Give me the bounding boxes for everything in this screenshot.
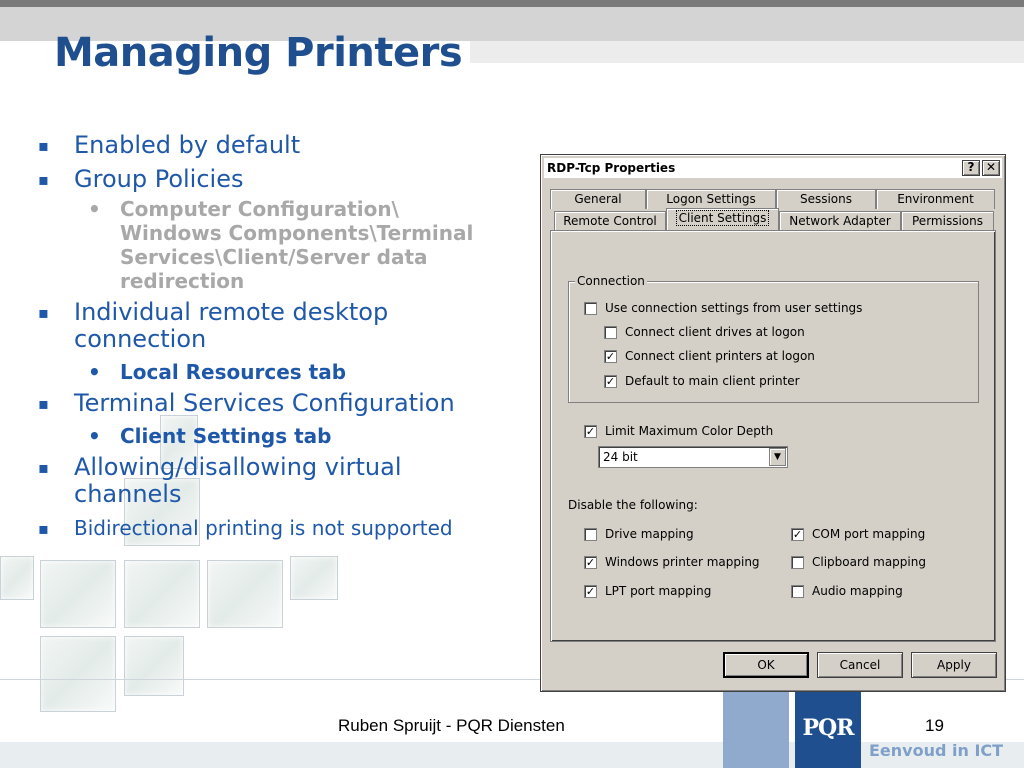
rdp-tcp-properties-dialog: RDP-Tcp Properties ? ✕ General Logon Set… xyxy=(540,154,1006,692)
checkbox-box[interactable]: ✓ xyxy=(584,555,597,569)
tab-sessions[interactable]: Sessions xyxy=(776,189,876,209)
windows-printer-mapping-checkbox[interactable]: ✓ Windows printer mapping xyxy=(584,555,760,569)
checkbox-box[interactable] xyxy=(584,301,597,315)
chevron-down-icon[interactable]: ▼ xyxy=(769,448,786,466)
top-bar xyxy=(0,0,1024,7)
tab-remote-control[interactable]: Remote Control xyxy=(554,211,666,231)
connection-group-label: Connection xyxy=(575,274,647,288)
color-depth-select[interactable]: 24 bit ▼ xyxy=(598,446,788,468)
checkbox-box[interactable]: ✓ xyxy=(584,584,597,598)
bullet-item: Allowing/disallowing virtual channels xyxy=(36,454,456,508)
checkbox-box[interactable] xyxy=(604,325,617,339)
cancel-button[interactable]: Cancel xyxy=(817,652,903,678)
checkbox-label: Connect client printers at logon xyxy=(625,349,815,363)
sub-bullet-item: Computer Configuration\ Windows Componen… xyxy=(36,197,506,293)
page-number: 19 xyxy=(925,716,944,735)
bullet-item: Bidirectional printing is not supported xyxy=(36,515,516,542)
decorative-tile xyxy=(0,556,34,600)
tab-client-settings[interactable]: Client Settings xyxy=(666,208,779,230)
checkbox-label: Connect client drives at logon xyxy=(625,325,805,339)
bullet-item: Enabled by default xyxy=(36,132,516,160)
connect-drives-checkbox[interactable]: Connect client drives at logon xyxy=(604,325,805,339)
connect-printers-checkbox[interactable]: ✓ Connect client printers at logon xyxy=(604,349,815,363)
com-port-mapping-checkbox[interactable]: ✓ COM port mapping xyxy=(791,527,925,541)
color-depth-value: 24 bit xyxy=(603,450,638,464)
checkbox-box[interactable] xyxy=(584,527,597,541)
tab-permissions[interactable]: Permissions xyxy=(901,211,994,231)
tab-network-adapter[interactable]: Network Adapter xyxy=(779,211,901,231)
bullet-item: Terminal Services Configuration xyxy=(36,390,516,418)
dialog-title: RDP-Tcp Properties xyxy=(547,161,676,175)
close-button[interactable]: ✕ xyxy=(982,160,1000,176)
clipboard-mapping-checkbox[interactable]: Clipboard mapping xyxy=(791,555,926,569)
checkbox-box[interactable]: ✓ xyxy=(604,349,617,363)
checkbox-label: Limit Maximum Color Depth xyxy=(605,424,774,438)
header-band-light xyxy=(470,41,1024,63)
checkbox-label: LPT port mapping xyxy=(605,584,712,598)
tab-client-settings-label: Client Settings xyxy=(675,210,770,226)
checkbox-label: Audio mapping xyxy=(812,584,903,598)
lpt-port-mapping-checkbox[interactable]: ✓ LPT port mapping xyxy=(584,584,711,598)
help-button[interactable]: ? xyxy=(962,160,980,176)
dialog-titlebar[interactable]: RDP-Tcp Properties ? ✕ xyxy=(544,158,1002,178)
decorative-tile xyxy=(290,556,338,600)
checkbox-label: Use connection settings from user settin… xyxy=(605,301,863,315)
checkbox-box[interactable]: ✓ xyxy=(584,424,597,438)
bullet-item: Individual remote desktop connection xyxy=(36,299,456,353)
checkbox-label: Drive mapping xyxy=(605,527,694,541)
limit-color-depth-checkbox[interactable]: ✓ Limit Maximum Color Depth xyxy=(584,424,773,438)
use-user-settings-checkbox[interactable]: Use connection settings from user settin… xyxy=(584,301,862,315)
bullet-list: Enabled by default Group Policies Comput… xyxy=(36,132,516,549)
decorative-tile xyxy=(40,560,116,628)
logo-square xyxy=(723,688,789,768)
tab-environment[interactable]: Environment xyxy=(876,189,995,209)
sub-bullet-item: Client Settings tab xyxy=(36,424,516,448)
pqr-logo: PQR xyxy=(795,688,861,768)
slide-title: Managing Printers xyxy=(54,30,463,76)
tab-logon-settings[interactable]: Logon Settings xyxy=(646,189,776,209)
sub-bullet-item: Local Resources tab xyxy=(36,360,516,384)
drive-mapping-checkbox[interactable]: Drive mapping xyxy=(584,527,694,541)
decorative-tile xyxy=(207,560,283,628)
checkbox-box[interactable]: ✓ xyxy=(604,374,617,388)
disable-following-label: Disable the following: xyxy=(568,498,698,512)
logo-text: PQR xyxy=(802,715,855,741)
checkbox-box[interactable]: ✓ xyxy=(791,527,804,541)
tab-general[interactable]: General xyxy=(550,189,646,209)
logo-tagline: Eenvoud in ICT xyxy=(869,741,1004,760)
decorative-tile xyxy=(124,636,184,696)
checkbox-label: Clipboard mapping xyxy=(812,555,926,569)
audio-mapping-checkbox[interactable]: Audio mapping xyxy=(791,584,903,598)
checkbox-label: Default to main client printer xyxy=(625,374,800,388)
checkbox-label: COM port mapping xyxy=(812,527,926,541)
ok-button[interactable]: OK xyxy=(723,652,809,678)
checkbox-box[interactable] xyxy=(791,555,804,569)
decorative-tile xyxy=(40,636,116,712)
footer-author: Ruben Spruijt - PQR Diensten xyxy=(338,716,565,735)
checkbox-box[interactable] xyxy=(791,584,804,598)
checkbox-label: Windows printer mapping xyxy=(605,555,760,569)
apply-button[interactable]: Apply xyxy=(911,652,997,678)
bullet-item: Group Policies xyxy=(36,166,516,194)
default-printer-checkbox[interactable]: ✓ Default to main client printer xyxy=(604,374,800,388)
decorative-tile xyxy=(124,560,200,628)
